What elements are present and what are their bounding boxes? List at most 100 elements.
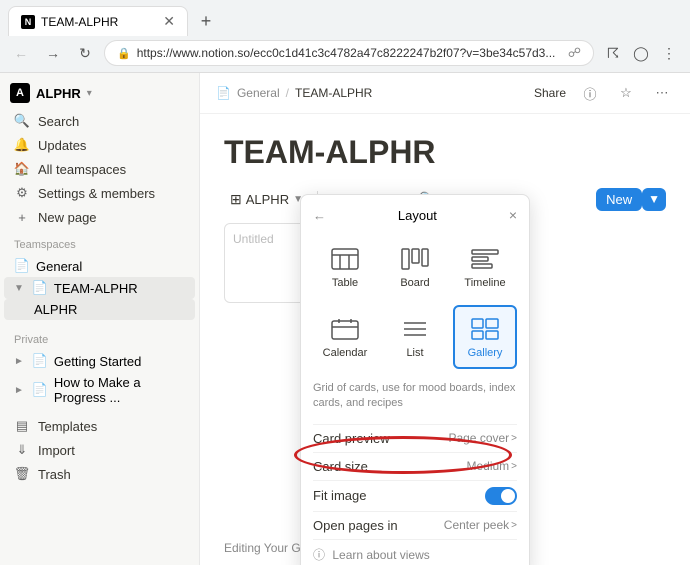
sidebar-item-alphr-sub[interactable]: ALPHR — [4, 299, 195, 320]
open-pages-value[interactable]: Center peek > — [444, 518, 517, 532]
browser-menu-icon[interactable]: ⋮ — [656, 40, 682, 66]
layout-option-board[interactable]: Board — [383, 235, 447, 299]
browser-tab[interactable]: N TEAM-ALPHR ✕ — [8, 6, 188, 36]
sidebar-item-general[interactable]: 📄 General — [4, 255, 195, 277]
progress-icon: 📄 — [32, 382, 48, 398]
tab-title: TEAM-ALPHR — [41, 15, 118, 29]
team-alphr-label: TEAM-ALPHR — [54, 281, 138, 296]
card-size-row[interactable]: Card size Medium > — [313, 452, 517, 480]
templates-icon: ▤ — [14, 418, 30, 434]
templates-label: Templates — [38, 419, 97, 434]
url-text: https://www.notion.so/ecc0c1d41c3c4782a4… — [137, 46, 562, 60]
lock-icon: 🔒 — [117, 47, 131, 60]
calendar-layout-icon — [327, 315, 363, 343]
list-layout-icon — [397, 315, 433, 343]
layout-option-timeline[interactable]: Timeline — [453, 235, 517, 299]
card-size-value-text: Medium — [466, 459, 509, 473]
sidebar-item-templates[interactable]: ▤ Templates — [4, 414, 195, 438]
workspace-name: ALPHR — [36, 86, 81, 101]
layout-settings: Card preview Page cover > Card size Medi… — [313, 424, 517, 563]
open-pages-row[interactable]: Open pages in Center peek > — [313, 511, 517, 539]
extensions-icon[interactable]: ☈ — [600, 40, 626, 66]
help-circle-icon[interactable]: ⓘ — [578, 81, 602, 105]
calendar-layout-label: Calendar — [323, 347, 368, 359]
learn-about-views-link[interactable]: ⓘ Learn about views — [313, 539, 517, 563]
layout-option-calendar[interactable]: Calendar — [313, 305, 377, 369]
layout-option-gallery[interactable]: Gallery — [453, 305, 517, 369]
sidebar-item-search[interactable]: 🔍 Search — [4, 109, 195, 133]
db-grid-icon: ⊞ — [230, 191, 242, 208]
new-dropdown-button[interactable]: ▼ — [642, 188, 666, 211]
app-container: A ALPHR ▾ 🔍 Search 🔔 Updates 🏠 All teams… — [0, 73, 690, 565]
new-button[interactable]: New — [596, 188, 642, 211]
board-layout-icon — [397, 245, 433, 273]
table-layout-icon — [327, 245, 363, 273]
layout-back-button[interactable]: ← — [313, 208, 326, 223]
card-size-label: Card size — [313, 459, 368, 474]
progress-chevron-icon: ► — [14, 385, 24, 396]
card-size-chevron-icon: > — [511, 461, 517, 472]
progress-label: How to Make a Progress ... — [54, 375, 185, 405]
card-preview-chevron-icon: > — [511, 433, 517, 444]
sidebar-item-getting-started[interactable]: ► 📄 Getting Started — [4, 350, 195, 372]
breadcrumb-right: Share ⓘ ☆ ⋯ — [534, 81, 674, 105]
card-preview-row[interactable]: Card preview Page cover > — [313, 424, 517, 452]
all-teamspaces-label: All teamspaces — [38, 162, 126, 177]
back-arrow-icon: ← — [313, 208, 326, 223]
layout-option-table[interactable]: Table — [313, 235, 377, 299]
browser-titlebar: N TEAM-ALPHR ✕ + — [0, 0, 690, 36]
layout-popup-header: ← Layout × — [313, 207, 517, 223]
db-source-selector[interactable]: ⊞ ALPHR ▼ — [224, 189, 309, 210]
reload-button[interactable]: ↻ — [72, 40, 98, 66]
getting-started-icon: 📄 — [32, 353, 48, 369]
layout-option-list[interactable]: List — [383, 305, 447, 369]
timeline-layout-label: Timeline — [464, 277, 505, 289]
share-button[interactable]: Share — [534, 86, 566, 100]
timeline-layout-icon — [467, 245, 503, 273]
layout-close-button[interactable]: × — [509, 207, 517, 223]
sidebar-item-new-page[interactable]: + New page — [4, 205, 195, 229]
layout-popup: ← Layout × Table — [300, 194, 530, 565]
browser-chrome: N TEAM-ALPHR ✕ + ← → ↻ 🔒 https://www.not… — [0, 0, 690, 73]
forward-button[interactable]: → — [40, 40, 66, 66]
sidebar-item-team-alphr[interactable]: ▼ 📄 TEAM-ALPHR — [4, 277, 195, 299]
workspace-icon: A — [10, 83, 30, 103]
tab-close-button[interactable]: ✕ — [163, 13, 175, 30]
sidebar-item-trash[interactable]: 🗑 Trash — [4, 462, 195, 486]
workspace-header[interactable]: A ALPHR ▾ — [0, 73, 199, 109]
new-tab-button[interactable]: + — [192, 7, 220, 35]
sidebar-item-settings[interactable]: ⚙ Settings & members — [4, 181, 195, 205]
fit-image-toggle[interactable] — [485, 487, 517, 505]
open-pages-chevron-icon: > — [511, 520, 517, 531]
breadcrumb-star-icon[interactable]: ☆ — [614, 81, 638, 105]
card-size-value[interactable]: Medium > — [466, 459, 517, 473]
gallery-layout-label: Gallery — [468, 347, 503, 359]
table-layout-label: Table — [332, 277, 358, 289]
address-bar[interactable]: 🔒 https://www.notion.so/ecc0c1d41c3c4782… — [104, 40, 594, 66]
workspace-chevron-icon: ▾ — [87, 88, 92, 99]
team-alphr-chevron-icon: ▼ — [14, 283, 24, 294]
card-preview-value[interactable]: Page cover > — [448, 431, 517, 445]
getting-started-chevron-icon: ► — [14, 356, 24, 367]
sidebar-item-updates[interactable]: 🔔 Updates — [4, 133, 195, 157]
breadcrumb-more-icon[interactable]: ⋯ — [650, 81, 674, 105]
alphr-subitem-label: ALPHR — [34, 302, 77, 317]
profile-icon[interactable]: ◯ — [628, 40, 654, 66]
trash-label: Trash — [38, 467, 71, 482]
layout-popup-title: Layout — [326, 208, 509, 223]
sidebar-item-progress[interactable]: ► 📄 How to Make a Progress ... — [4, 372, 195, 408]
new-page-label: New page — [38, 210, 97, 225]
breadcrumb-left: 📄 General / TEAM-ALPHR — [216, 86, 372, 100]
browser-toolbar: ← → ↻ 🔒 https://www.notion.so/ecc0c1d41c… — [0, 36, 690, 72]
gallery-layout-icon — [467, 315, 503, 343]
sidebar-item-import[interactable]: ⇓ Import — [4, 438, 195, 462]
back-button[interactable]: ← — [8, 40, 34, 66]
card-untitled-label: Untitled — [233, 232, 274, 246]
breadcrumb-general[interactable]: General — [237, 86, 280, 100]
open-pages-value-text: Center peek — [444, 518, 509, 532]
general-label: General — [36, 259, 82, 274]
layout-description: Grid of cards, use for mood boards, inde… — [313, 381, 517, 412]
sidebar-item-teamspaces[interactable]: 🏠 All teamspaces — [4, 157, 195, 181]
db-source-label: ALPHR — [246, 192, 289, 207]
page-body: TEAM-ALPHR ⊞ ALPHR ▼ Filter Sort 🔍 ⋯ New… — [200, 114, 690, 565]
